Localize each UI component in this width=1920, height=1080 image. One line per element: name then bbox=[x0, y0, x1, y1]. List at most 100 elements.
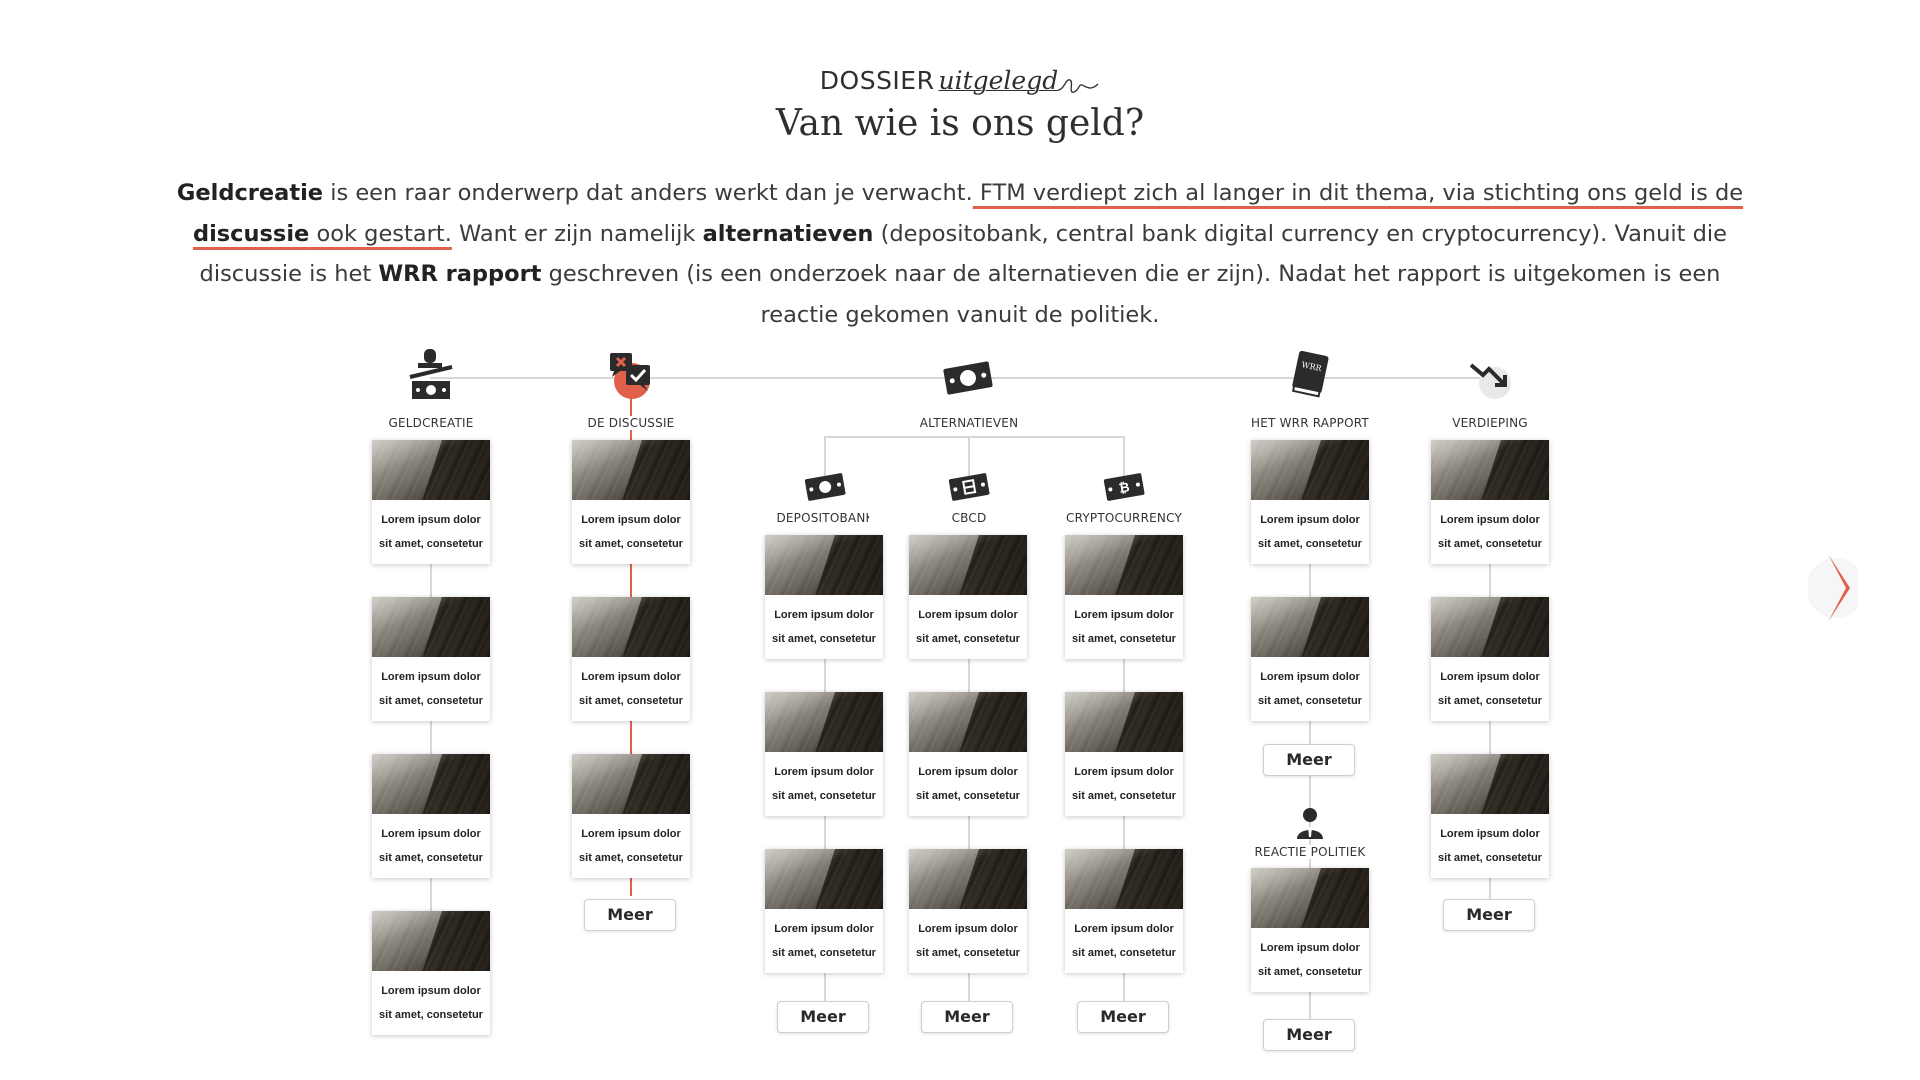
card-geldcreatie-1[interactable]: Lorem ipsum dolor sit amet, consetetur bbox=[372, 440, 490, 564]
card-title-line: Lorem ipsum dolor bbox=[918, 609, 1018, 621]
card-geldcreatie-4[interactable]: Lorem ipsum dolor sit amet, consetetur bbox=[372, 911, 490, 1035]
card-image bbox=[372, 911, 490, 971]
card-image bbox=[909, 692, 1027, 752]
card-subtitle-line: sit amet, consetetur bbox=[1438, 695, 1542, 707]
card-image bbox=[372, 597, 490, 657]
card-discussie-1[interactable]: Lorem ipsum dolor sit amet, consetetur bbox=[572, 440, 690, 564]
dossier-kicker: DOSSIER uitgelegd bbox=[0, 66, 1920, 102]
card-title-line: Lorem ipsum dolor bbox=[1074, 923, 1174, 935]
card-verdieping-2[interactable]: Lorem ipsum dolor sit amet, consetetur bbox=[1431, 597, 1549, 721]
card-subtitle-line: sit amet, consetetur bbox=[916, 947, 1020, 959]
card-depositobank-1[interactable]: Lorem ipsum dolor sit amet, consetetur bbox=[765, 535, 883, 659]
card-geldcreatie-2[interactable]: Lorem ipsum dolor sit amet, consetetur bbox=[372, 597, 490, 721]
card-title-line: Lorem ipsum dolor bbox=[381, 671, 481, 683]
card-discussie-3[interactable]: Lorem ipsum dolor sit amet, consetetur bbox=[572, 754, 690, 878]
next-slide-button[interactable] bbox=[1806, 548, 1866, 628]
intro-geldcreatie: Geldcreatie bbox=[176, 180, 324, 206]
kicker-script: uitgelegd bbox=[938, 66, 1059, 95]
label-verdieping[interactable]: VERDIEPING bbox=[1390, 416, 1590, 430]
card-subtitle-line: sit amet, consetetur bbox=[579, 852, 683, 864]
label-alternatieven[interactable]: ALTERNATIEVEN bbox=[869, 416, 1069, 430]
card-subtitle-line: sit amet, consetetur bbox=[579, 695, 683, 707]
card-subtitle-line: sit amet, consetetur bbox=[1258, 538, 1362, 550]
card-image bbox=[572, 754, 690, 814]
card-cbcd-3[interactable]: Lorem ipsum dolor sit amet, consetetur bbox=[909, 849, 1027, 973]
chevron-right-icon bbox=[1806, 554, 1866, 622]
banknote-icon bbox=[940, 350, 996, 406]
card-title-line: Lorem ipsum dolor bbox=[581, 828, 681, 840]
bitcoin-note-icon: ₿ bbox=[1096, 458, 1152, 514]
card-text: Lorem ipsum dolor sit amet, consetetur bbox=[1251, 657, 1369, 713]
card-image bbox=[1065, 535, 1183, 595]
card-discussie-2[interactable]: Lorem ipsum dolor sit amet, consetetur bbox=[572, 597, 690, 721]
card-verdieping-3[interactable]: Lorem ipsum dolor sit amet, consetetur bbox=[1431, 754, 1549, 878]
card-text: Lorem ipsum dolor sit amet, consetetur bbox=[909, 909, 1027, 965]
card-cbcd-2[interactable]: Lorem ipsum dolor sit amet, consetetur bbox=[909, 692, 1027, 816]
chat-bubbles-icon bbox=[604, 347, 660, 403]
card-title-line: Lorem ipsum dolor bbox=[1440, 514, 1540, 526]
meer-button-cbcd[interactable]: Meer bbox=[921, 1001, 1013, 1033]
card-subtitle-line: sit amet, consetetur bbox=[379, 1009, 483, 1021]
card-verdieping-1[interactable]: Lorem ipsum dolor sit amet, consetetur bbox=[1431, 440, 1549, 564]
card-subtitle-line: sit amet, consetetur bbox=[379, 695, 483, 707]
card-title-line: Lorem ipsum dolor bbox=[774, 923, 874, 935]
meer-button-politiek[interactable]: Meer bbox=[1263, 1019, 1355, 1051]
label-geldcreatie[interactable]: GELDCREATIE bbox=[331, 416, 531, 430]
card-subtitle-line: sit amet, consetetur bbox=[772, 790, 876, 802]
card-crypto-2[interactable]: Lorem ipsum dolor sit amet, consetetur bbox=[1065, 692, 1183, 816]
card-title-line: Lorem ipsum dolor bbox=[1074, 766, 1174, 778]
meer-button-wrr[interactable]: Meer bbox=[1263, 744, 1355, 776]
card-title-line: Lorem ipsum dolor bbox=[1074, 609, 1174, 621]
card-cbcd-1[interactable]: Lorem ipsum dolor sit amet, consetetur bbox=[909, 535, 1027, 659]
card-wrr-2[interactable]: Lorem ipsum dolor sit amet, consetetur bbox=[1251, 597, 1369, 721]
intro-wrr: WRR rapport bbox=[378, 261, 542, 287]
meer-button-discussie[interactable]: Meer bbox=[584, 899, 676, 931]
money-stamp-icon bbox=[403, 347, 459, 403]
label-cryptocurrency[interactable]: CRYPTOCURRENCY bbox=[1024, 511, 1224, 525]
card-subtitle-line: sit amet, consetetur bbox=[379, 538, 483, 550]
card-title-line: Lorem ipsum dolor bbox=[581, 671, 681, 683]
card-politiek-1[interactable]: Lorem ipsum dolor sit amet, consetetur bbox=[1251, 868, 1369, 992]
card-text: Lorem ipsum dolor sit amet, consetetur bbox=[1431, 657, 1549, 713]
card-text: Lorem ipsum dolor sit amet, consetetur bbox=[572, 814, 690, 870]
card-text: Lorem ipsum dolor sit amet, consetetur bbox=[372, 971, 490, 1027]
card-crypto-1[interactable]: Lorem ipsum dolor sit amet, consetetur bbox=[1065, 535, 1183, 659]
card-depositobank-3[interactable]: Lorem ipsum dolor sit amet, consetetur bbox=[765, 849, 883, 973]
label-wrr-rapport[interactable]: HET WRR RAPPORT bbox=[1210, 416, 1410, 430]
card-image bbox=[1065, 692, 1183, 752]
card-image bbox=[1251, 868, 1369, 928]
card-title-line: Lorem ipsum dolor bbox=[381, 514, 481, 526]
meer-button-depositobank[interactable]: Meer bbox=[777, 1001, 869, 1033]
card-image bbox=[1431, 440, 1549, 500]
card-image bbox=[765, 849, 883, 909]
card-title-line: Lorem ipsum dolor bbox=[1440, 828, 1540, 840]
card-subtitle-line: sit amet, consetetur bbox=[772, 633, 876, 645]
card-geldcreatie-3[interactable]: Lorem ipsum dolor sit amet, consetetur bbox=[372, 754, 490, 878]
card-text: Lorem ipsum dolor sit amet, consetetur bbox=[1065, 595, 1183, 651]
card-subtitle-line: sit amet, consetetur bbox=[1258, 695, 1362, 707]
kicker-main: DOSSIER bbox=[819, 66, 935, 95]
card-depositobank-2[interactable]: Lorem ipsum dolor sit amet, consetetur bbox=[765, 692, 883, 816]
meer-button-verdieping[interactable]: Meer bbox=[1443, 899, 1535, 931]
trend-down-icon bbox=[1462, 350, 1518, 406]
card-subtitle-line: sit amet, consetetur bbox=[772, 947, 876, 959]
card-text: Lorem ipsum dolor sit amet, consetetur bbox=[1431, 814, 1549, 870]
card-text: Lorem ipsum dolor sit amet, consetetur bbox=[1251, 500, 1369, 556]
meer-button-crypto[interactable]: Meer bbox=[1077, 1001, 1169, 1033]
card-crypto-3[interactable]: Lorem ipsum dolor sit amet, consetetur bbox=[1065, 849, 1183, 973]
label-reactie-politiek[interactable]: REACTIE POLITIEK bbox=[1210, 845, 1410, 859]
card-subtitle-line: sit amet, consetetur bbox=[1072, 947, 1176, 959]
book-icon: WRR bbox=[1282, 346, 1338, 402]
card-text: Lorem ipsum dolor sit amet, consetetur bbox=[765, 752, 883, 808]
card-image bbox=[372, 754, 490, 814]
card-wrr-1[interactable]: Lorem ipsum dolor sit amet, consetetur bbox=[1251, 440, 1369, 564]
card-image bbox=[1251, 597, 1369, 657]
card-text: Lorem ipsum dolor sit amet, consetetur bbox=[1065, 909, 1183, 965]
card-subtitle-line: sit amet, consetetur bbox=[379, 852, 483, 864]
card-subtitle-line: sit amet, consetetur bbox=[1072, 633, 1176, 645]
card-image bbox=[909, 849, 1027, 909]
card-text: Lorem ipsum dolor sit amet, consetetur bbox=[372, 500, 490, 556]
card-subtitle-line: sit amet, consetetur bbox=[1258, 966, 1362, 978]
label-discussie[interactable]: DE DISCUSSIE bbox=[531, 416, 731, 430]
card-image bbox=[572, 597, 690, 657]
